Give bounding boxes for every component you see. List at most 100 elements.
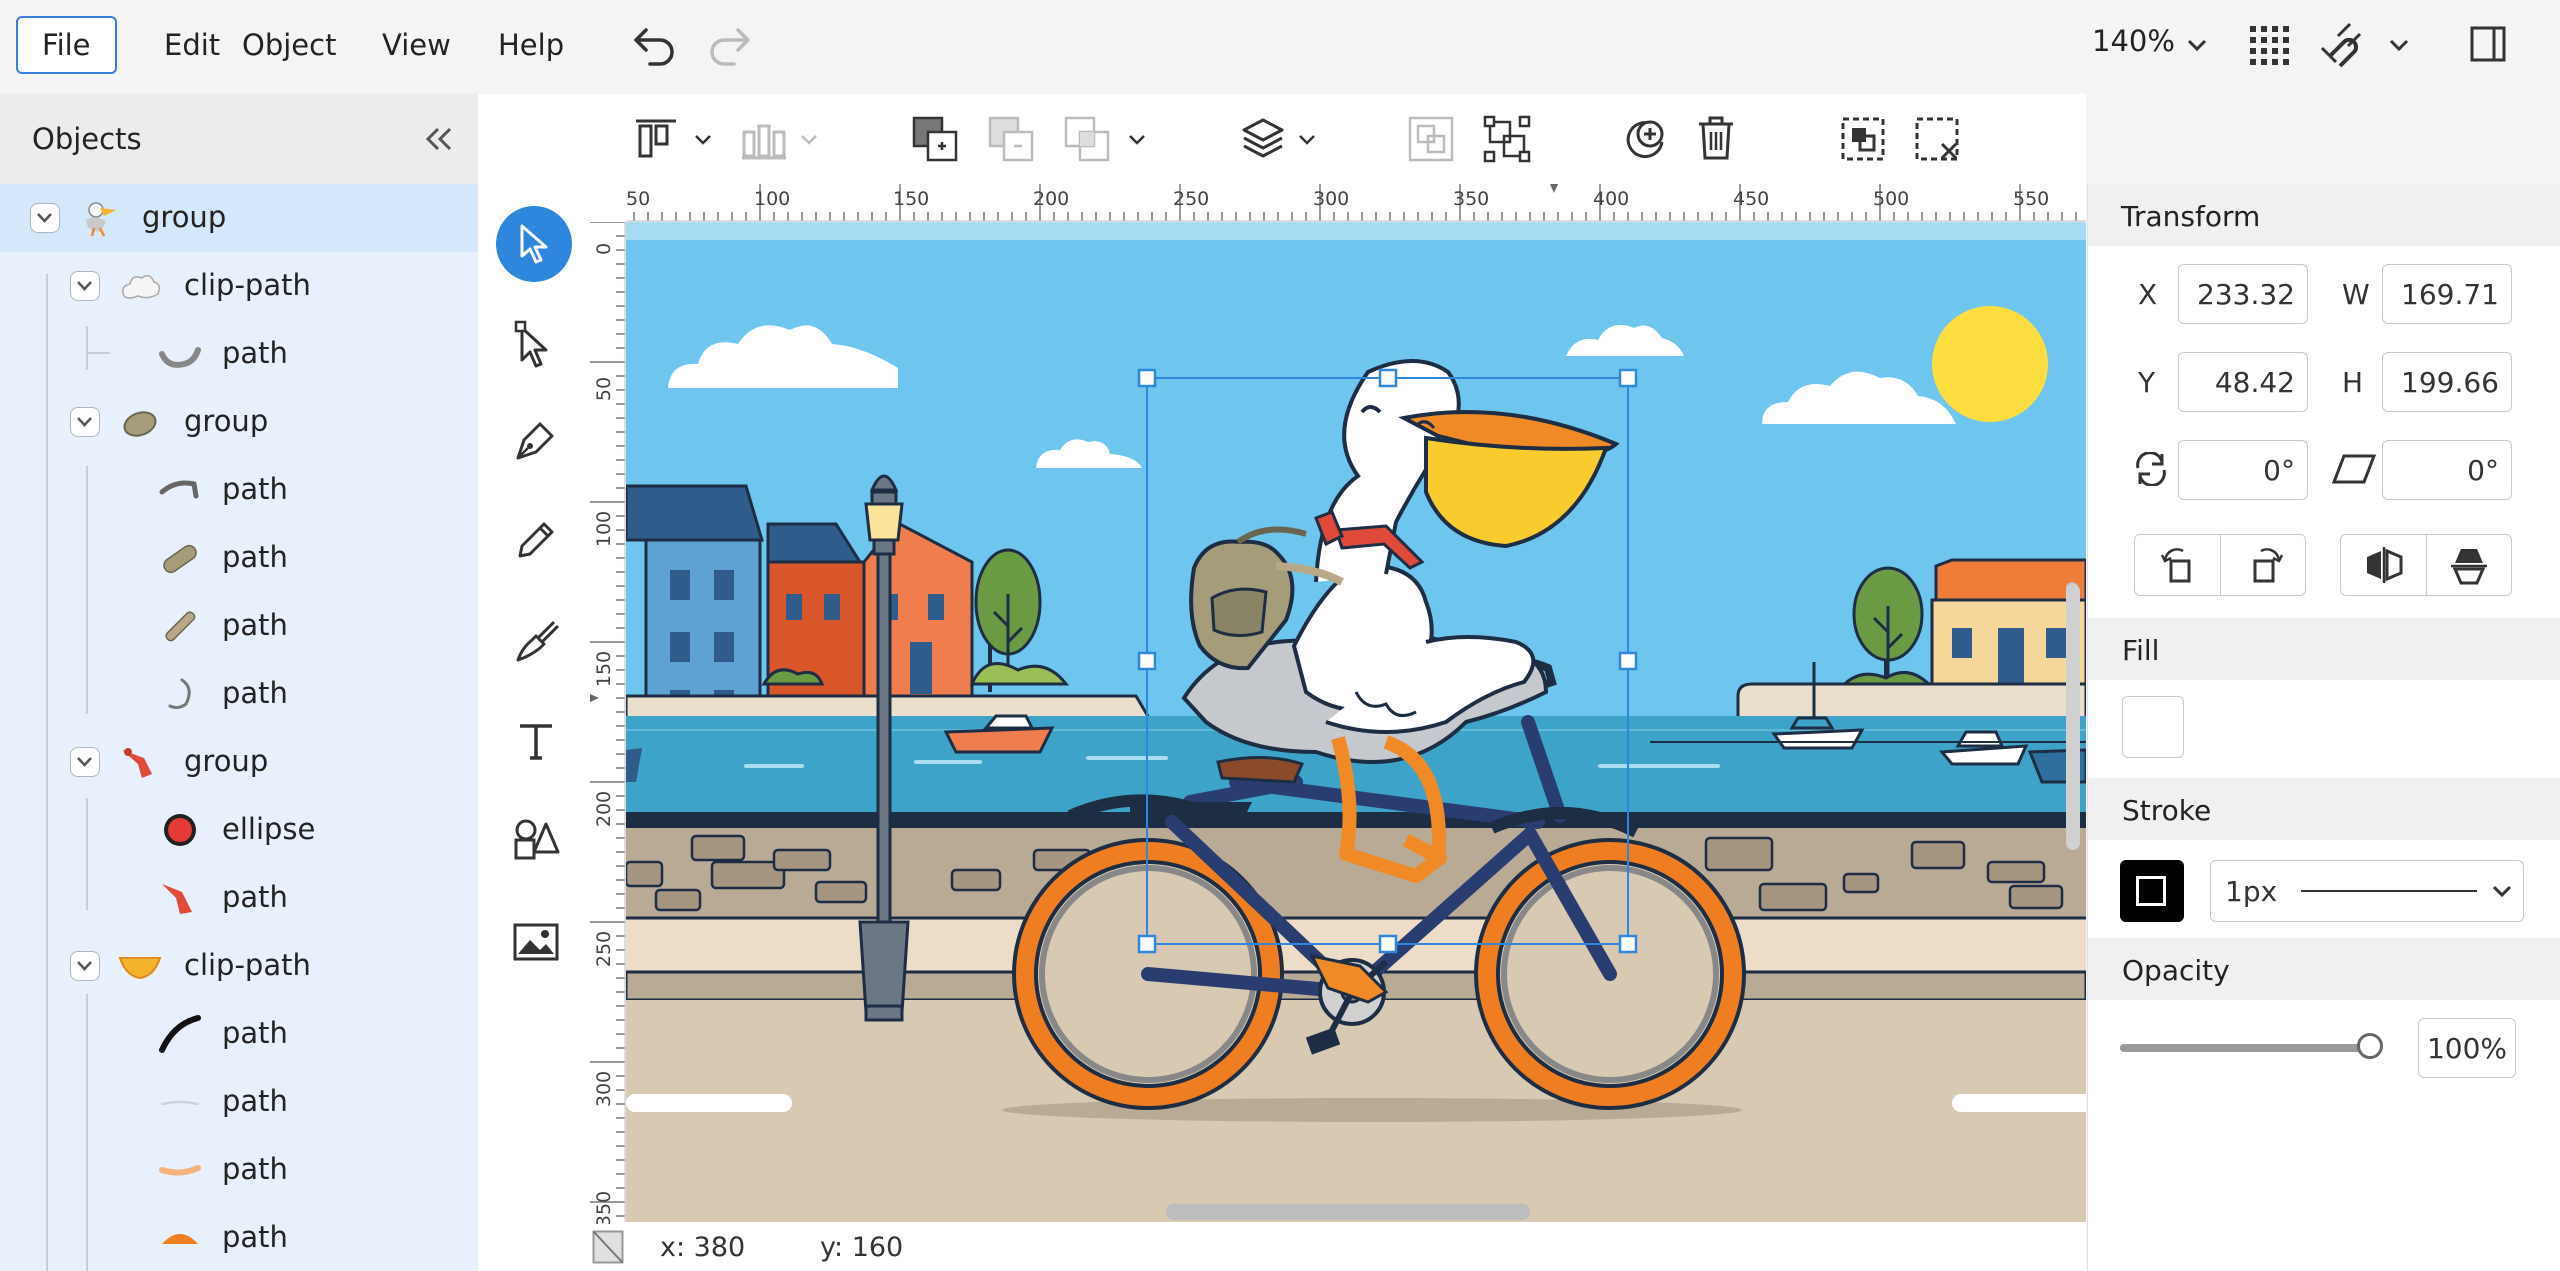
tree-row[interactable]: path [0,660,478,728]
node-tool[interactable] [514,320,556,368]
menu-help[interactable]: Help [474,16,588,74]
snap-magnet-icon[interactable] [2320,22,2366,68]
grid-icon[interactable] [2248,24,2290,66]
objects-panel: Objects group clip-path path group path … [0,94,479,1271]
text-tool[interactable] [516,720,556,760]
tree-row[interactable]: clip-path [0,932,478,1000]
redo-icon[interactable] [706,24,752,68]
align-chevron-down-icon[interactable] [694,132,712,148]
opacity-input[interactable] [2418,1018,2516,1078]
expand-toggle[interactable] [70,407,100,437]
y-input[interactable] [2178,352,2308,412]
rotate-right-icon [2253,548,2283,583]
menu-view[interactable]: View [358,16,475,74]
stroke-swatch-inner [2136,876,2166,906]
tree-row[interactable]: path [0,1068,478,1136]
vertical-scrollbar[interactable] [2066,584,2080,850]
expand-toggle[interactable] [70,271,100,301]
flip-horizontal-button[interactable] [2341,535,2426,595]
opacity-slider[interactable] [2120,1033,2383,1059]
distribute-icon[interactable] [740,118,788,160]
pen-tool[interactable] [514,418,558,462]
tree-row[interactable]: ellipse [0,796,478,864]
tree-row[interactable]: path [0,592,478,660]
select-tool[interactable] [496,206,572,282]
toggle-panel-icon[interactable] [2470,26,2506,62]
layers-icon[interactable] [1240,116,1286,160]
tree-row[interactable]: path [0,524,478,592]
light-line-icon [160,1100,200,1106]
rotate-right-button[interactable] [2220,535,2306,595]
tree-row[interactable]: clip-path [0,252,478,320]
tree-label: path [222,540,288,574]
skew-icon [2332,454,2376,484]
tree-row[interactable]: group [0,184,478,252]
brush-tool[interactable] [512,616,560,664]
pencil-tool[interactable] [514,518,558,562]
artboard[interactable] [626,222,2086,1222]
tree-label: group [184,404,269,438]
skew-input[interactable] [2382,440,2512,500]
boolean-subtract-icon[interactable] [988,116,1034,162]
tree-row[interactable]: path [0,1204,478,1271]
tree-row[interactable]: path [0,864,478,932]
illustration[interactable] [626,222,2086,1222]
tree-row[interactable]: path [0,1136,478,1204]
image-tool[interactable] [512,922,560,962]
stroke-color-swatch[interactable] [2120,860,2184,922]
scarf-shape-icon [122,748,152,778]
boolean-intersect-icon[interactable] [1064,116,1110,162]
rotate-left-button[interactable] [2135,535,2220,595]
layers-chevron-down-icon[interactable] [1298,132,1316,148]
fill-color-swatch[interactable] [2122,696,2184,758]
bag-shape-icon [123,411,157,437]
zoom-chevron-down-icon[interactable] [2186,36,2208,56]
menu-object[interactable]: Object [218,16,360,74]
tree-label: clip-path [184,268,311,302]
ruler-label: 300 [1313,188,1350,210]
tree-row[interactable]: group [0,728,478,796]
tree-row[interactable]: group [0,388,478,456]
tree-row[interactable]: path [0,1000,478,1068]
collapse-panel-icon[interactable] [424,126,454,152]
stroke-width-select[interactable]: 1px [2210,860,2524,922]
expand-toggle[interactable] [70,951,100,981]
h-label: H [2342,366,2364,399]
horizontal-scrollbar[interactable] [1166,1204,1530,1220]
boolean-union-icon[interactable] [912,116,958,162]
snap-chevron-down-icon[interactable] [2388,36,2410,56]
expand-toggle[interactable] [30,203,60,233]
select-all-icon[interactable] [1840,116,1886,162]
boolean-chevron-down-icon[interactable] [1128,132,1146,148]
distribute-chevron-down-icon[interactable] [800,132,818,148]
add-symbol-icon[interactable] [1622,116,1668,162]
ruler-label: 550 [2013,188,2050,210]
group-icon[interactable] [1408,116,1454,162]
undo-icon[interactable] [632,24,678,68]
h-input[interactable] [2382,352,2512,412]
ruler-label: 0 [593,242,615,256]
ruler-label: 350 [593,1190,615,1228]
rotation-input[interactable] [2178,440,2308,500]
ruler-top-ticks [626,184,2086,222]
menu-file[interactable]: File [16,16,117,74]
expand-toggle[interactable] [70,747,100,777]
flip-vertical-button[interactable] [2426,535,2512,595]
canvas-background-icon[interactable] [592,1230,624,1264]
ruler-label: 250 [593,930,615,968]
zoom-level[interactable]: 140% [2092,24,2175,58]
align-top-icon[interactable] [634,118,678,160]
opacity-slider-thumb[interactable] [2357,1033,2383,1059]
delete-icon[interactable] [1696,114,1736,162]
stroke-width-value: 1px [2225,875,2278,908]
flip-button-group [2340,534,2512,596]
tree-row[interactable]: path [0,456,478,524]
tree-row[interactable]: path [0,320,478,388]
ungroup-icon[interactable] [1482,114,1532,164]
deselect-icon[interactable] [1914,116,1960,162]
x-input[interactable] [2178,264,2308,324]
shapes-tool[interactable] [512,818,560,860]
w-input[interactable] [2382,264,2512,324]
stroke-preview-line [2301,890,2477,892]
ruler-label: 100 [754,188,791,210]
